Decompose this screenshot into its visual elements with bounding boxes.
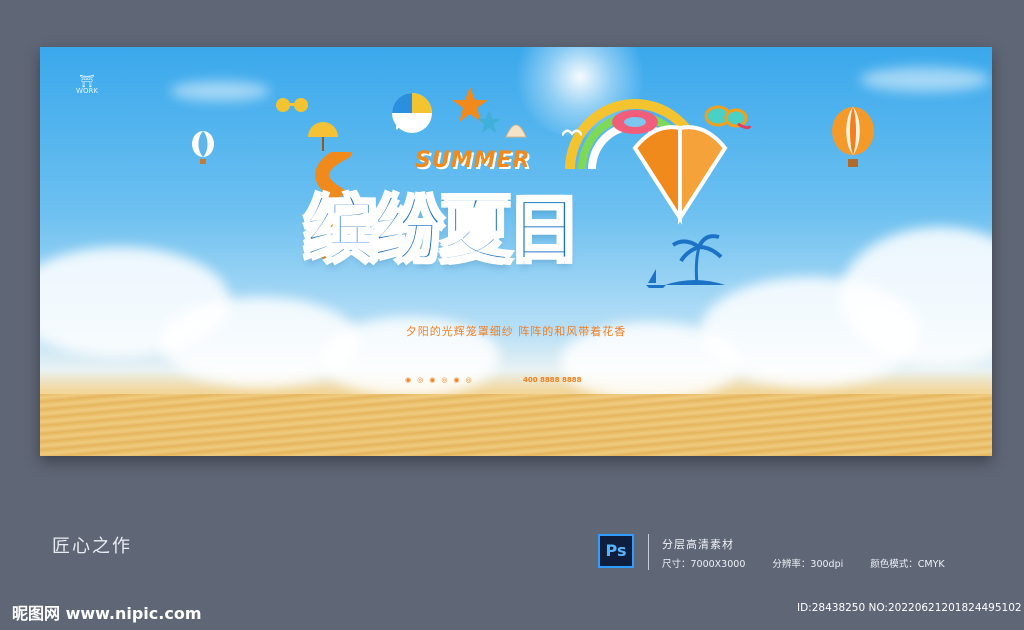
title-block: SUMMER 缤纷夏日 [304, 112, 728, 312]
site-watermark[interactable]: 昵图网 www.nipic.com [12, 600, 202, 624]
cloud [170, 81, 270, 101]
info-title: 分层高清素材 [662, 538, 734, 551]
brand-name: 匠心之作 [52, 536, 132, 557]
brand-logo: 匠心之作 [52, 532, 132, 558]
sailboat-icon [646, 269, 666, 288]
hot-air-balloon-icon [832, 107, 874, 167]
hot-air-balloon-icon [192, 131, 214, 164]
photoshop-icon: Ps [598, 534, 634, 568]
work-logo-text: WORK [76, 87, 98, 95]
summer-poster: ⛩ WORK SUMMER 缤纷夏日 夕阳的光辉笼罩细纱 阵阵的和风带着花香 ◉… [40, 47, 992, 456]
summer-label: SUMMER [415, 148, 531, 173]
phone-number: 400 8888 8888 [523, 376, 582, 384]
work-logo-icon: ⛩ [79, 74, 95, 88]
palm-tree-icon [665, 234, 725, 286]
color-mode-label: 颜色模式：CMYK [870, 559, 945, 570]
contact-row: ◉◎◉◎◉◎ 400 8888 8888 [405, 374, 635, 388]
sand-beach [40, 394, 992, 456]
divider [648, 534, 649, 570]
main-title: 缤纷夏日 [304, 188, 580, 272]
dpi-label: 分辨率：300dpi [772, 559, 844, 570]
file-info-row: 尺寸：7000X3000 分辨率：300dpi 颜色模式：CMYK [662, 556, 969, 570]
size-label: 尺寸：7000X3000 [662, 559, 746, 570]
image-id-text: ID:28438250 NO:20220621201824495102 [797, 602, 1022, 614]
service-icons: ◉◎◉◎◉◎ [405, 376, 478, 384]
work-logo: ⛩ WORK [62, 75, 112, 96]
orange-sun-decoration [632, 125, 728, 225]
cloud [860, 67, 990, 92]
slogan-text: 夕阳的光辉笼罩细纱 阵阵的和风带着花香 [405, 325, 627, 338]
